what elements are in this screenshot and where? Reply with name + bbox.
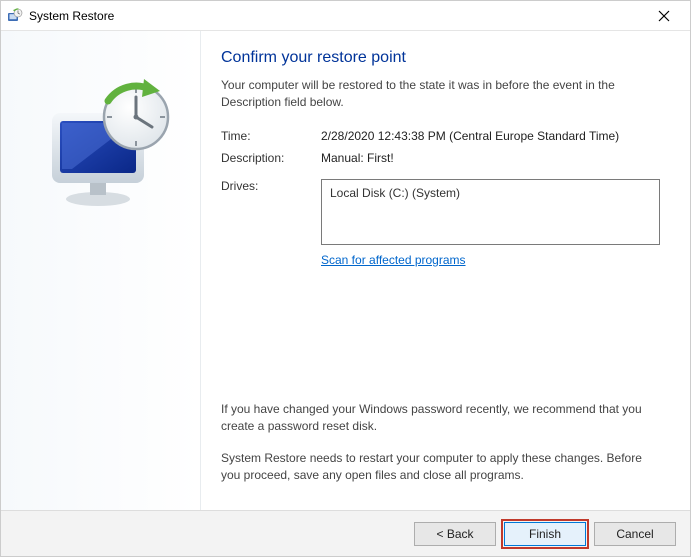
drives-list-item: Local Disk (C:) (System) <box>330 186 651 200</box>
system-restore-window: System Restore <box>0 0 691 557</box>
window-title: System Restore <box>29 9 644 23</box>
close-button[interactable] <box>644 2 684 30</box>
drives-label: Drives: <box>221 179 321 193</box>
cancel-button[interactable]: Cancel <box>594 522 676 546</box>
time-label: Time: <box>221 129 321 143</box>
client-area: Confirm your restore point Your computer… <box>1 31 690 510</box>
scan-affected-programs-link[interactable]: Scan for affected programs <box>321 253 660 267</box>
page-heading: Confirm your restore point <box>221 49 660 67</box>
restart-note: System Restore needs to restart your com… <box>221 450 660 484</box>
info-table: Time: 2/28/2020 12:43:38 PM (Central Eur… <box>221 129 660 165</box>
titlebar: System Restore <box>1 1 690 31</box>
drives-list[interactable]: Local Disk (C:) (System) <box>321 179 660 245</box>
description-label: Description: <box>221 151 321 165</box>
description-value: Manual: First! <box>321 151 660 165</box>
finish-button[interactable]: Finish <box>504 522 586 546</box>
left-pane <box>1 31 201 510</box>
password-note: If you have changed your Windows passwor… <box>221 401 660 435</box>
page-subtext: Your computer will be restored to the st… <box>221 77 660 111</box>
button-bar: < Back Finish Cancel <box>1 510 690 556</box>
drives-row: Drives: Local Disk (C:) (System) <box>221 179 660 245</box>
back-button[interactable]: < Back <box>414 522 496 546</box>
scan-link-row: Scan for affected programs <box>221 253 660 267</box>
system-restore-icon <box>7 8 23 24</box>
restore-graphic <box>26 71 176 221</box>
right-pane: Confirm your restore point Your computer… <box>201 31 690 510</box>
time-value: 2/28/2020 12:43:38 PM (Central Europe St… <box>321 129 660 143</box>
